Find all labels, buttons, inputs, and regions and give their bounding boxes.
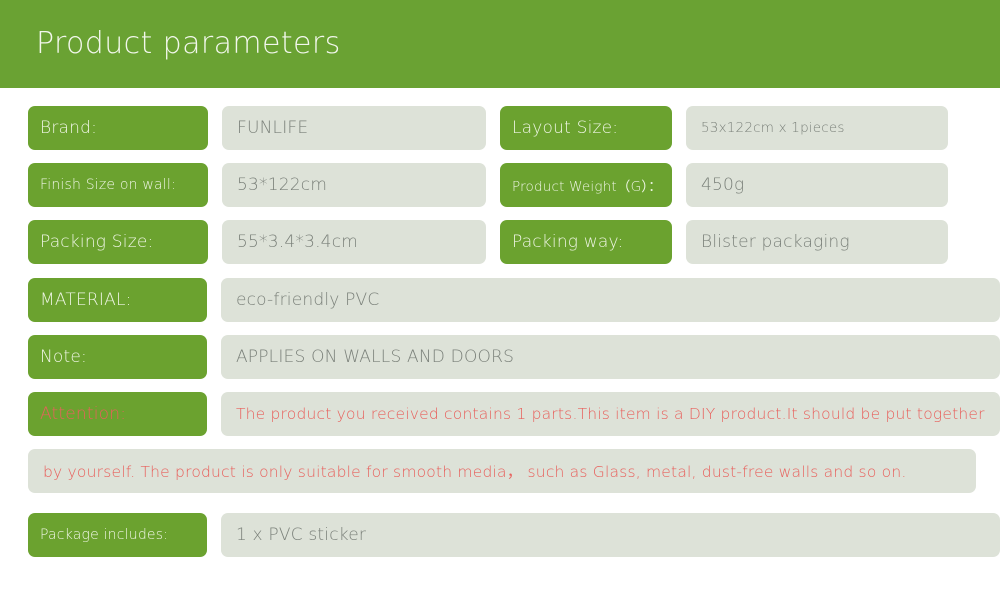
label-product-weight-text: Product Weight（G）： xyxy=(512,179,662,195)
value-brand-text: FUNLIFE xyxy=(237,118,309,138)
value-material-text: eco-friendly PVC xyxy=(235,290,380,310)
table-row: Attention: The product you received cont… xyxy=(0,392,1000,436)
page-title: Product parameters xyxy=(36,26,341,61)
value-material: eco-friendly PVC xyxy=(220,278,1000,322)
page-header-banner: Product parameters xyxy=(0,0,1000,88)
label-attention-text: Attention: xyxy=(40,404,127,424)
label-package-includes-text: Package includes: xyxy=(40,527,169,543)
label-layout-size: Layout Size: xyxy=(500,106,672,150)
label-note-text: Note: xyxy=(40,347,87,367)
value-packing-size: 55*3.4*3.4cm xyxy=(222,220,486,264)
table-row: Brand: FUNLIFE Layout Size: 53x122cm x 1… xyxy=(0,106,1000,150)
table-row: Note: APPLIES ON WALLS AND DOORS xyxy=(0,335,1000,379)
value-product-weight-text: 450g xyxy=(701,175,745,195)
table-row: Finish Size on wall: 53*122cm Product We… xyxy=(0,163,1000,207)
value-layout-size-text: 53x122cm x 1pieces xyxy=(701,120,845,136)
label-note: Note: xyxy=(28,335,207,379)
value-packing-size-text: 55*3.4*3.4cm xyxy=(237,232,359,252)
value-attention-line-2-text: by yourself. The product is only suitabl… xyxy=(43,463,907,481)
value-package-includes-text: 1 x PVC sticker xyxy=(235,525,367,545)
value-finish-size-on-wall: 53*122cm xyxy=(222,163,486,207)
label-packing-way: Packing way: xyxy=(500,220,672,264)
table-row: MATERIAL: eco-friendly PVC xyxy=(0,278,1000,322)
label-material-text: MATERIAL: xyxy=(40,290,132,310)
table-row: Packing Size: 55*3.4*3.4cm Packing way: … xyxy=(0,220,1000,264)
value-attention-line-1: The product you received contains 1 part… xyxy=(220,392,1000,436)
label-brand-text: Brand: xyxy=(40,118,98,138)
table-row: Package includes: 1 x PVC sticker xyxy=(0,513,1000,557)
value-packing-way-text: Blister packaging xyxy=(701,232,850,252)
label-packing-size-text: Packing Size: xyxy=(40,232,154,252)
value-note-text: APPLIES ON WALLS AND DOORS xyxy=(235,347,515,367)
value-attention-line-1-text: The product you received contains 1 part… xyxy=(235,405,985,423)
label-finish-size-on-wall-text: Finish Size on wall: xyxy=(40,177,176,193)
value-finish-size-on-wall-text: 53*122cm xyxy=(237,175,328,195)
value-layout-size: 53x122cm x 1pieces xyxy=(686,106,948,150)
value-note: APPLIES ON WALLS AND DOORS xyxy=(220,335,1000,379)
product-parameters-page: Product parameters Brand: FUNLIFE Layout… xyxy=(0,0,1000,600)
label-packing-size: Packing Size: xyxy=(28,220,208,264)
label-finish-size-on-wall: Finish Size on wall: xyxy=(28,163,208,207)
value-brand: FUNLIFE xyxy=(222,106,486,150)
label-material: MATERIAL: xyxy=(28,278,207,322)
value-attention-line-2: by yourself. The product is only suitabl… xyxy=(28,449,976,493)
label-package-includes: Package includes: xyxy=(28,513,207,557)
label-product-weight: Product Weight（G）： xyxy=(500,163,672,207)
label-brand: Brand: xyxy=(28,106,208,150)
label-packing-way-text: Packing way: xyxy=(512,232,624,252)
value-packing-way: Blister packaging xyxy=(686,220,948,264)
parameters-table: Brand: FUNLIFE Layout Size: 53x122cm x 1… xyxy=(0,88,1000,600)
value-package-includes: 1 x PVC sticker xyxy=(220,513,1000,557)
label-layout-size-text: Layout Size: xyxy=(512,118,619,138)
label-attention: Attention: xyxy=(28,392,207,436)
table-row: by yourself. The product is only suitabl… xyxy=(0,449,1000,493)
value-product-weight: 450g xyxy=(686,163,948,207)
